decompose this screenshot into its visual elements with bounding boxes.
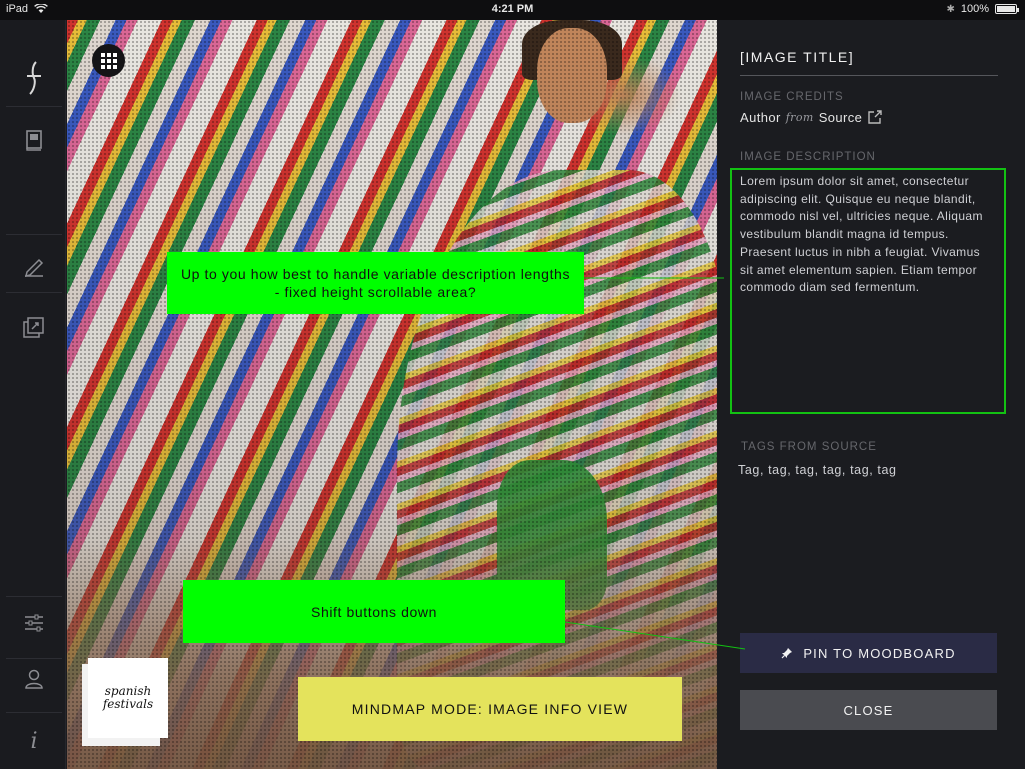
status-bar: iPad 4:21 PM ✱ 100% [0,0,1025,20]
credits-label: IMAGE CREDITS [740,91,844,103]
sidebar-item-settings[interactable] [6,608,62,638]
credits-author: Author [740,109,781,125]
sidebar-divider [6,292,62,293]
pin-board-icon [23,317,44,338]
sliders-icon [25,614,43,632]
mode-label-note: MINDMAP MODE: IMAGE INFO VIEW [298,677,682,741]
info-icon: i [30,728,38,754]
title-divider [740,75,998,76]
sticker-line-2: festivals [102,697,154,711]
sidebar-item-pen[interactable] [6,248,62,284]
sidebar-item-pin-board[interactable] [6,310,62,346]
sidebar-divider [6,658,62,659]
sidebar-divider [6,712,62,713]
collection-sticker[interactable]: spanish festivals [88,658,168,738]
sidebar-divider [6,234,62,235]
app-logo-button[interactable] [6,58,62,98]
notebook-icon [26,130,42,151]
battery-percent: 100% [960,3,989,15]
sidebar: i [0,20,66,769]
bluetooth-icon: ✱ [946,3,955,15]
buttons-annotation-text: Shift buttons down [311,603,437,620]
grid-menu-button[interactable] [92,44,125,77]
credits-from: from [785,110,814,124]
image-description: Lorem ipsum dolor sit amet, consectetur … [740,174,983,295]
festival-photo [67,20,717,769]
pin-button-label: PIN TO MOODBOARD [803,645,956,661]
description-label: IMAGE DESCRIPTION [740,151,876,163]
tags-label: TAGS FROM SOURCE [741,441,877,453]
grid-icon [100,52,105,57]
logo-icon [27,61,41,95]
sidebar-divider [6,106,62,107]
sidebar-divider [6,596,62,597]
close-button[interactable]: CLOSE [740,690,997,730]
description-annotation-text: Up to you how best to handle variable de… [180,266,571,300]
credits-source-link[interactable]: Source [819,110,863,125]
pin-icon [781,648,793,659]
external-link-icon[interactable] [867,109,883,125]
buttons-annotation-note: Shift buttons down [183,580,565,643]
user-icon [25,669,43,689]
sidebar-item-notebook[interactable] [6,122,62,158]
pin-to-moodboard-button[interactable]: PIN TO MOODBOARD [740,633,997,673]
clock: 4:21 PM [491,3,534,15]
description-scroll-area[interactable]: Lorem ipsum dolor sit amet, consectetur … [730,168,1006,414]
sidebar-item-profile[interactable] [6,664,62,694]
sidebar-item-info[interactable]: i [6,726,62,756]
pen-icon [24,258,44,277]
battery-icon [995,4,1019,14]
description-annotation-note: Up to you how best to handle variable de… [167,252,584,314]
image-credits: Author from Source [740,109,883,125]
image-title: [IMAGE TITLE] [740,49,855,65]
tags-list: Tag, tag, tag, tag, tag, tag [738,463,897,477]
mode-label-text: MINDMAP MODE: IMAGE INFO VIEW [351,701,629,717]
close-button-label: CLOSE [843,702,894,718]
